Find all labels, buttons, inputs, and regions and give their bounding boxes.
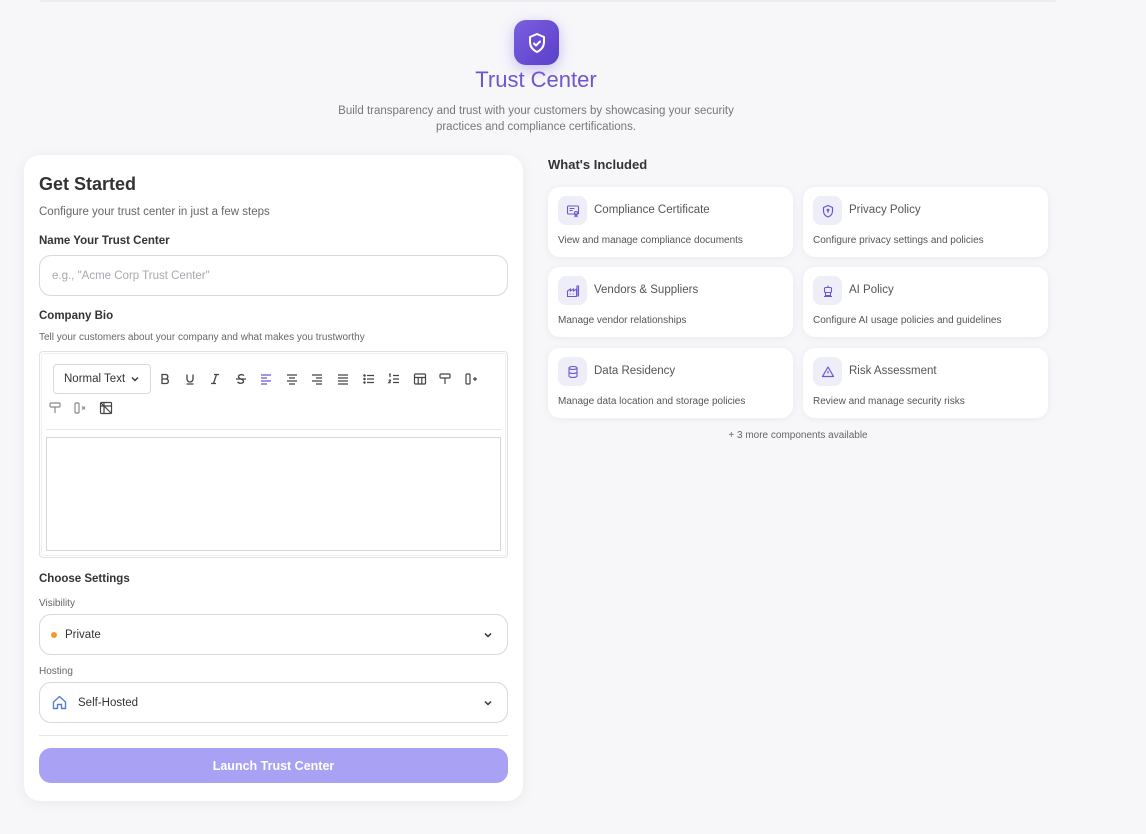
- delete-column-icon[interactable]: [71, 399, 89, 417]
- feature-description: Configure privacy settings and policies: [813, 235, 984, 246]
- status-dot: [51, 631, 57, 638]
- feature-title: Compliance Certificate: [594, 204, 710, 216]
- align-justify-icon[interactable]: [334, 370, 352, 388]
- visibility-value: Private: [65, 628, 101, 641]
- text-format-select[interactable]: Normal Text: [53, 364, 151, 394]
- feature-card-data-residency[interactable]: Data Residency Manage data location and …: [548, 348, 793, 418]
- feature-title: Risk Assessment: [849, 365, 937, 377]
- underline-icon[interactable]: [181, 370, 199, 388]
- form-divider: [39, 735, 508, 736]
- hosting-select[interactable]: Self-Hosted: [39, 682, 508, 723]
- shield-check-icon: [514, 20, 559, 65]
- numbered-list-icon[interactable]: [385, 370, 403, 388]
- visibility-select[interactable]: Private: [39, 614, 508, 655]
- card-title: Get Started: [39, 174, 137, 194]
- align-right-icon[interactable]: [308, 370, 326, 388]
- feature-description: View and manage compliance documents: [558, 235, 743, 246]
- insert-column-icon[interactable]: [462, 370, 480, 388]
- delete-table-icon[interactable]: [97, 399, 115, 417]
- feature-card-privacy[interactable]: Privacy Policy Configure privacy setting…: [803, 187, 1048, 257]
- feature-card-vendors[interactable]: Vendors & Suppliers Manage vendor relati…: [548, 267, 793, 337]
- bullet-list-icon[interactable]: [360, 370, 378, 388]
- more-components-text: + 3 more components available: [728, 430, 868, 441]
- table-icon[interactable]: [411, 370, 429, 388]
- feature-title: AI Policy: [849, 284, 894, 296]
- card-subtitle: Configure your trust center in just a fe…: [39, 206, 270, 218]
- top-divider: [40, 0, 1056, 2]
- feature-description: Manage data location and storage policie…: [558, 396, 746, 407]
- rich-text-editor: Normal Text: [39, 351, 508, 558]
- name-label: Name Your Trust Center: [39, 235, 170, 247]
- bio-label: Company Bio: [39, 310, 114, 322]
- page-title: Trust Center: [475, 67, 597, 92]
- chevron-down-icon: [131, 377, 139, 382]
- database-icon: [558, 357, 587, 386]
- trust-center-name-input[interactable]: [39, 255, 508, 296]
- page-subtitle: Build transparency and trust with your c…: [338, 105, 734, 133]
- feature-description: Manage vendor relationships: [558, 315, 687, 326]
- clear-format-icon[interactable]: [46, 399, 64, 417]
- feature-card-compliance[interactable]: Compliance Certificate View and manage c…: [548, 187, 793, 257]
- bold-icon[interactable]: [156, 370, 174, 388]
- feature-title: Privacy Policy: [849, 204, 921, 216]
- house-icon: [51, 694, 68, 711]
- hosting-label: Hosting: [39, 666, 73, 677]
- launch-trust-center-button[interactable]: Launch Trust Center: [39, 748, 508, 783]
- whats-included-title: What's Included: [548, 157, 648, 172]
- chevron-down-icon: [484, 700, 492, 706]
- warning-icon: [813, 357, 842, 386]
- bio-hint: Tell your customers about your company a…: [39, 332, 365, 343]
- hosting-value: Self-Hosted: [78, 696, 139, 709]
- align-left-icon[interactable]: [257, 370, 275, 388]
- get-started-card: Get Started Configure your trust center …: [24, 155, 523, 801]
- feature-card-ai-policy[interactable]: AI Policy Configure AI usage policies an…: [803, 267, 1048, 337]
- italic-icon[interactable]: [206, 370, 224, 388]
- settings-label: Choose Settings: [39, 573, 130, 585]
- chevron-down-icon: [484, 632, 492, 638]
- paint-format-icon[interactable]: [436, 370, 454, 388]
- feature-description: Review and manage security risks: [813, 396, 965, 407]
- bio-editor-area[interactable]: [46, 437, 501, 551]
- shield-icon: [813, 196, 842, 225]
- feature-card-risk-assessment[interactable]: Risk Assessment Review and manage securi…: [803, 348, 1048, 418]
- strikethrough-icon[interactable]: [232, 370, 250, 388]
- visibility-label: Visibility: [39, 598, 75, 609]
- robot-icon: [813, 276, 842, 305]
- text-format-value: Normal Text: [64, 373, 126, 385]
- certificate-icon: [558, 196, 587, 225]
- factory-icon: [558, 276, 587, 305]
- feature-description: Configure AI usage policies and guidelin…: [813, 315, 1002, 326]
- feature-title: Data Residency: [594, 365, 676, 377]
- feature-title: Vendors & Suppliers: [594, 284, 699, 296]
- toolbar-divider: [46, 429, 501, 430]
- align-center-icon[interactable]: [283, 370, 301, 388]
